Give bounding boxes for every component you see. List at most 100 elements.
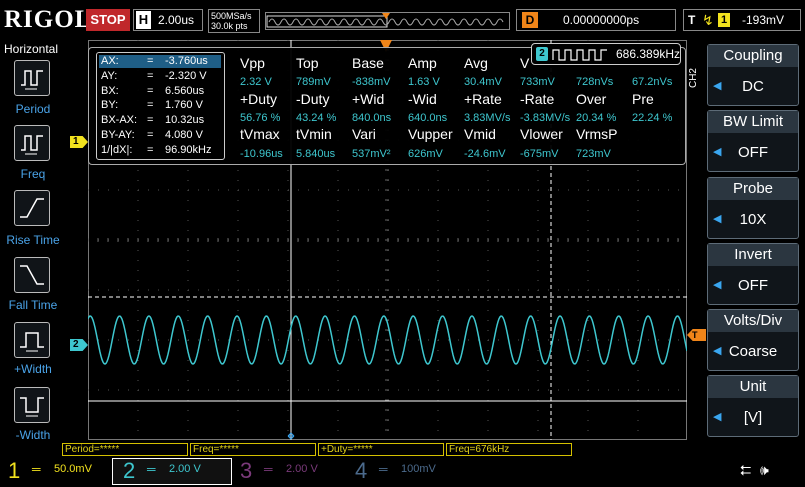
rise-time-icon	[20, 198, 44, 218]
trigger-level: -193mV	[742, 13, 785, 27]
usb-icon: ⮄	[740, 462, 752, 478]
frequency-counter: 2 686.389kHz	[531, 43, 681, 65]
rise-time-button[interactable]	[14, 190, 50, 226]
memory-waveform-icon	[266, 13, 504, 28]
status-freq-ch2: Freq=676kHz	[446, 443, 572, 456]
fall-time-button[interactable]	[14, 257, 50, 293]
ch1-offset-marker[interactable]: 1	[70, 136, 88, 148]
cursor-row: BX-AX: = 10.32us	[99, 114, 221, 127]
dc-coupling-icon: ═	[32, 462, 41, 476]
trigger-level-marker[interactable]: T	[687, 329, 706, 341]
measurement-value: 3.83MV/s	[464, 112, 511, 124]
cursor-key: 1/|dX|:	[101, 143, 133, 156]
measurement-header: Over	[576, 91, 607, 107]
memory-depth: 30.0k pts	[211, 21, 248, 31]
measurement-header: +Duty	[240, 91, 277, 107]
menu-coupling-softkey[interactable]: Coupling ◀ DC	[707, 44, 799, 106]
menu-bw-limit-softkey[interactable]: BW Limit ◀ OFF	[707, 110, 799, 172]
measurement-value: 30.4mV	[464, 76, 502, 88]
menu-probe-softkey[interactable]: Probe ◀ 10X	[707, 177, 799, 239]
cursor-key: BX-AX:	[101, 114, 138, 127]
measurement-header: V	[520, 55, 530, 71]
fall-time-label: Fall Time	[8, 298, 58, 312]
channel-4-scale[interactable]: 100mV	[401, 463, 436, 475]
measurement-value: 1.63 V	[408, 76, 440, 88]
measurement-header: -Rate	[520, 91, 555, 107]
cursor-eq: =	[147, 143, 154, 156]
measurement-header: tVmax	[240, 126, 280, 142]
cursor-eq: =	[147, 129, 154, 141]
cursor-key: BY-AY:	[101, 129, 135, 141]
softkey-value: [V]	[743, 409, 763, 426]
negative-width-button[interactable]	[14, 387, 50, 423]
menu-invert-softkey[interactable]: Invert ◀ OFF	[707, 243, 799, 305]
measurement-value: 723mV	[576, 148, 611, 160]
measurement-header: +Wid	[352, 91, 385, 107]
cursor-value: 10.32us	[165, 114, 205, 127]
status-positive-duty: +Duty=*****	[318, 443, 444, 456]
ch2-offset-marker[interactable]: 2	[70, 339, 88, 351]
freq-button[interactable]	[14, 125, 50, 161]
memory-overview-strip[interactable]	[265, 12, 510, 30]
measurement-header: Base	[352, 55, 384, 71]
channel-4-number[interactable]: 4	[355, 458, 367, 484]
channel-2-scale[interactable]: 2.00 V	[169, 463, 201, 475]
measurement-header: Top	[296, 55, 319, 71]
softkey-title: Invert	[708, 244, 798, 266]
measurement-value: 789mV	[296, 76, 331, 88]
softkey-value: 10X	[739, 211, 767, 228]
cursor-value: 4.080 V	[165, 129, 203, 141]
cursor-row: BY: = 1.760 V	[99, 99, 221, 112]
timebase-value: 2.00us	[158, 13, 195, 27]
softkey-title: Coupling	[708, 45, 798, 67]
measurement-value: 20.34 %	[576, 112, 617, 124]
positive-width-button[interactable]	[14, 322, 50, 358]
measurement-header: +Rate	[464, 91, 502, 107]
cursor-key: AY:	[101, 69, 118, 82]
channel-3-number[interactable]: 3	[240, 458, 252, 484]
measurement-value: 56.76 %	[240, 112, 281, 124]
softkey-value: DC	[742, 78, 764, 95]
channel-menu-label: CH2	[688, 68, 699, 89]
channel-1-number[interactable]: 1	[8, 458, 20, 484]
measurement-header: Vpp	[240, 55, 265, 71]
rising-edge-icon: ↯	[702, 12, 714, 28]
softkey-title: Unit	[708, 376, 798, 398]
freq-label: Freq	[20, 167, 46, 181]
cursor-key: AX:	[101, 55, 119, 67]
measurement-value: 728nVs	[576, 76, 614, 88]
measurement-value: -838mV	[352, 76, 391, 88]
period-icon	[21, 70, 43, 90]
menu-unit-softkey[interactable]: Unit ◀ [V]	[707, 375, 799, 437]
channel-3-scale[interactable]: 2.00 V	[286, 463, 318, 475]
measurement-value: 840.0ns	[352, 112, 392, 124]
period-label: Period	[15, 102, 51, 116]
measurement-header: Avg	[464, 55, 488, 71]
left-panel-title: Horizontal	[4, 42, 59, 56]
channel-2-number[interactable]: 2	[123, 458, 135, 484]
square-wave-icon	[552, 49, 607, 61]
dc-coupling-icon: ═	[264, 462, 273, 476]
measurement-value: 537mV²	[352, 148, 391, 160]
horizontal-key: H	[136, 11, 151, 29]
measurement-header: Vlower	[520, 126, 563, 142]
delay-box[interactable]: D 0.00000000ps	[516, 9, 676, 31]
measurement-value: 733mV	[520, 76, 555, 88]
channel-1-scale[interactable]: 50.0mV	[54, 463, 92, 475]
horizontal-timebase-box[interactable]: H 2.00us	[133, 9, 203, 31]
frequency-icon	[21, 135, 43, 155]
cursor-eq: =	[147, 114, 154, 127]
cursor-value: -2.320 V	[165, 69, 207, 82]
cursor-eq: =	[147, 69, 154, 82]
period-button[interactable]	[14, 60, 50, 96]
menu-volts-div-softkey[interactable]: Volts/Div ◀ Coarse	[707, 309, 799, 371]
measurement-header: Vmid	[464, 126, 496, 142]
freq-counter-value: 686.389kHz	[616, 47, 681, 61]
run-stop-indicator[interactable]: STOP	[86, 9, 130, 31]
positive-width-icon	[20, 332, 44, 352]
cursor-row: 1/|dX|: = 96.90kHz	[99, 144, 221, 157]
sample-rate: 500MSa/s	[211, 11, 252, 21]
measurement-value: 22.24 %	[632, 112, 673, 124]
trigger-box[interactable]: T ↯ 1 -193mV	[683, 9, 801, 31]
status-freq: Freq=*****	[190, 443, 316, 456]
